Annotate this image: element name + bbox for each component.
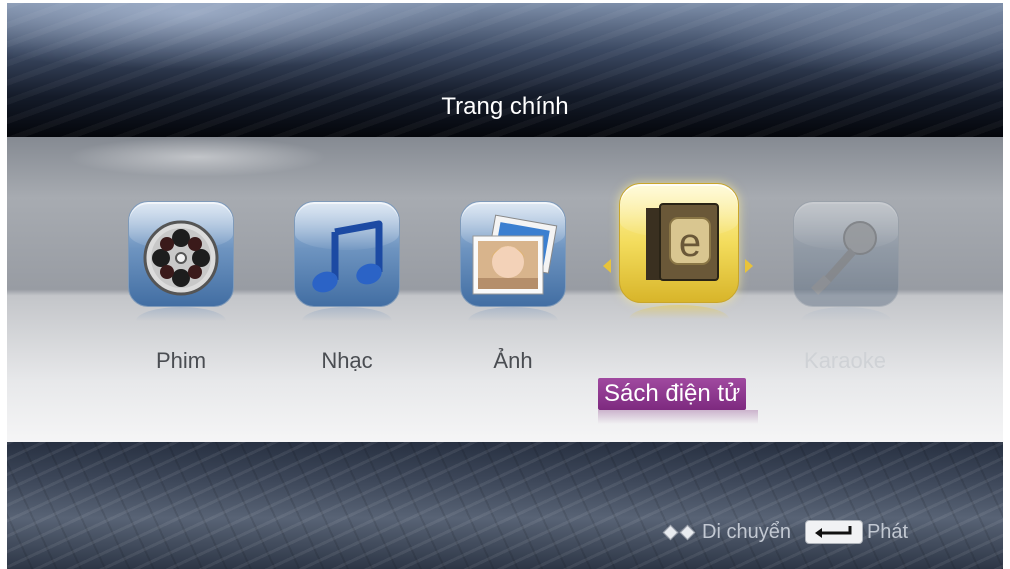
menu-label-nhac: Nhạc bbox=[321, 348, 373, 373]
selected-label-reflection bbox=[598, 410, 758, 424]
enter-key-icon bbox=[804, 520, 863, 544]
menu-item-anh[interactable] bbox=[460, 201, 566, 321]
scroll-right-arrow-icon[interactable] bbox=[745, 259, 753, 273]
tile-reflection bbox=[136, 307, 226, 321]
footer-area bbox=[7, 442, 1003, 569]
tile-reflection bbox=[302, 307, 392, 321]
menu-label-phim: Phim bbox=[155, 348, 207, 373]
play-hint: Phát bbox=[866, 520, 909, 543]
menu-label-karaoke: Karaoke bbox=[804, 348, 886, 373]
menu-item-nhac[interactable] bbox=[294, 201, 400, 321]
film-reel-icon bbox=[128, 201, 234, 307]
svg-text:e: e bbox=[679, 221, 701, 265]
tile-reflection bbox=[629, 305, 729, 319]
selected-item-label: Sách điện tử bbox=[598, 378, 747, 410]
menu-label-anh: Ảnh bbox=[493, 348, 533, 373]
left-right-diamonds-icon bbox=[662, 524, 696, 540]
menu-item-sach-dien-tu[interactable]: e bbox=[619, 183, 739, 323]
control-hints: Di chuyển Phát bbox=[662, 519, 908, 545]
menu-item-phim[interactable] bbox=[128, 201, 234, 321]
page-title: Trang chính bbox=[441, 93, 569, 120]
menu-item-karaoke[interactable] bbox=[793, 201, 899, 321]
microphone-icon bbox=[793, 201, 899, 307]
scroll-left-arrow-icon[interactable] bbox=[603, 259, 611, 273]
photo-icon bbox=[460, 201, 566, 307]
screen: Trang chính Phim Nhạc Ảnh e Sách điện tử… bbox=[7, 3, 1003, 569]
tile-reflection bbox=[801, 307, 891, 321]
tile-reflection bbox=[468, 307, 558, 321]
ebook-icon: e bbox=[619, 183, 739, 303]
music-note-icon bbox=[294, 201, 400, 307]
move-hint: Di chuyển bbox=[702, 520, 791, 543]
